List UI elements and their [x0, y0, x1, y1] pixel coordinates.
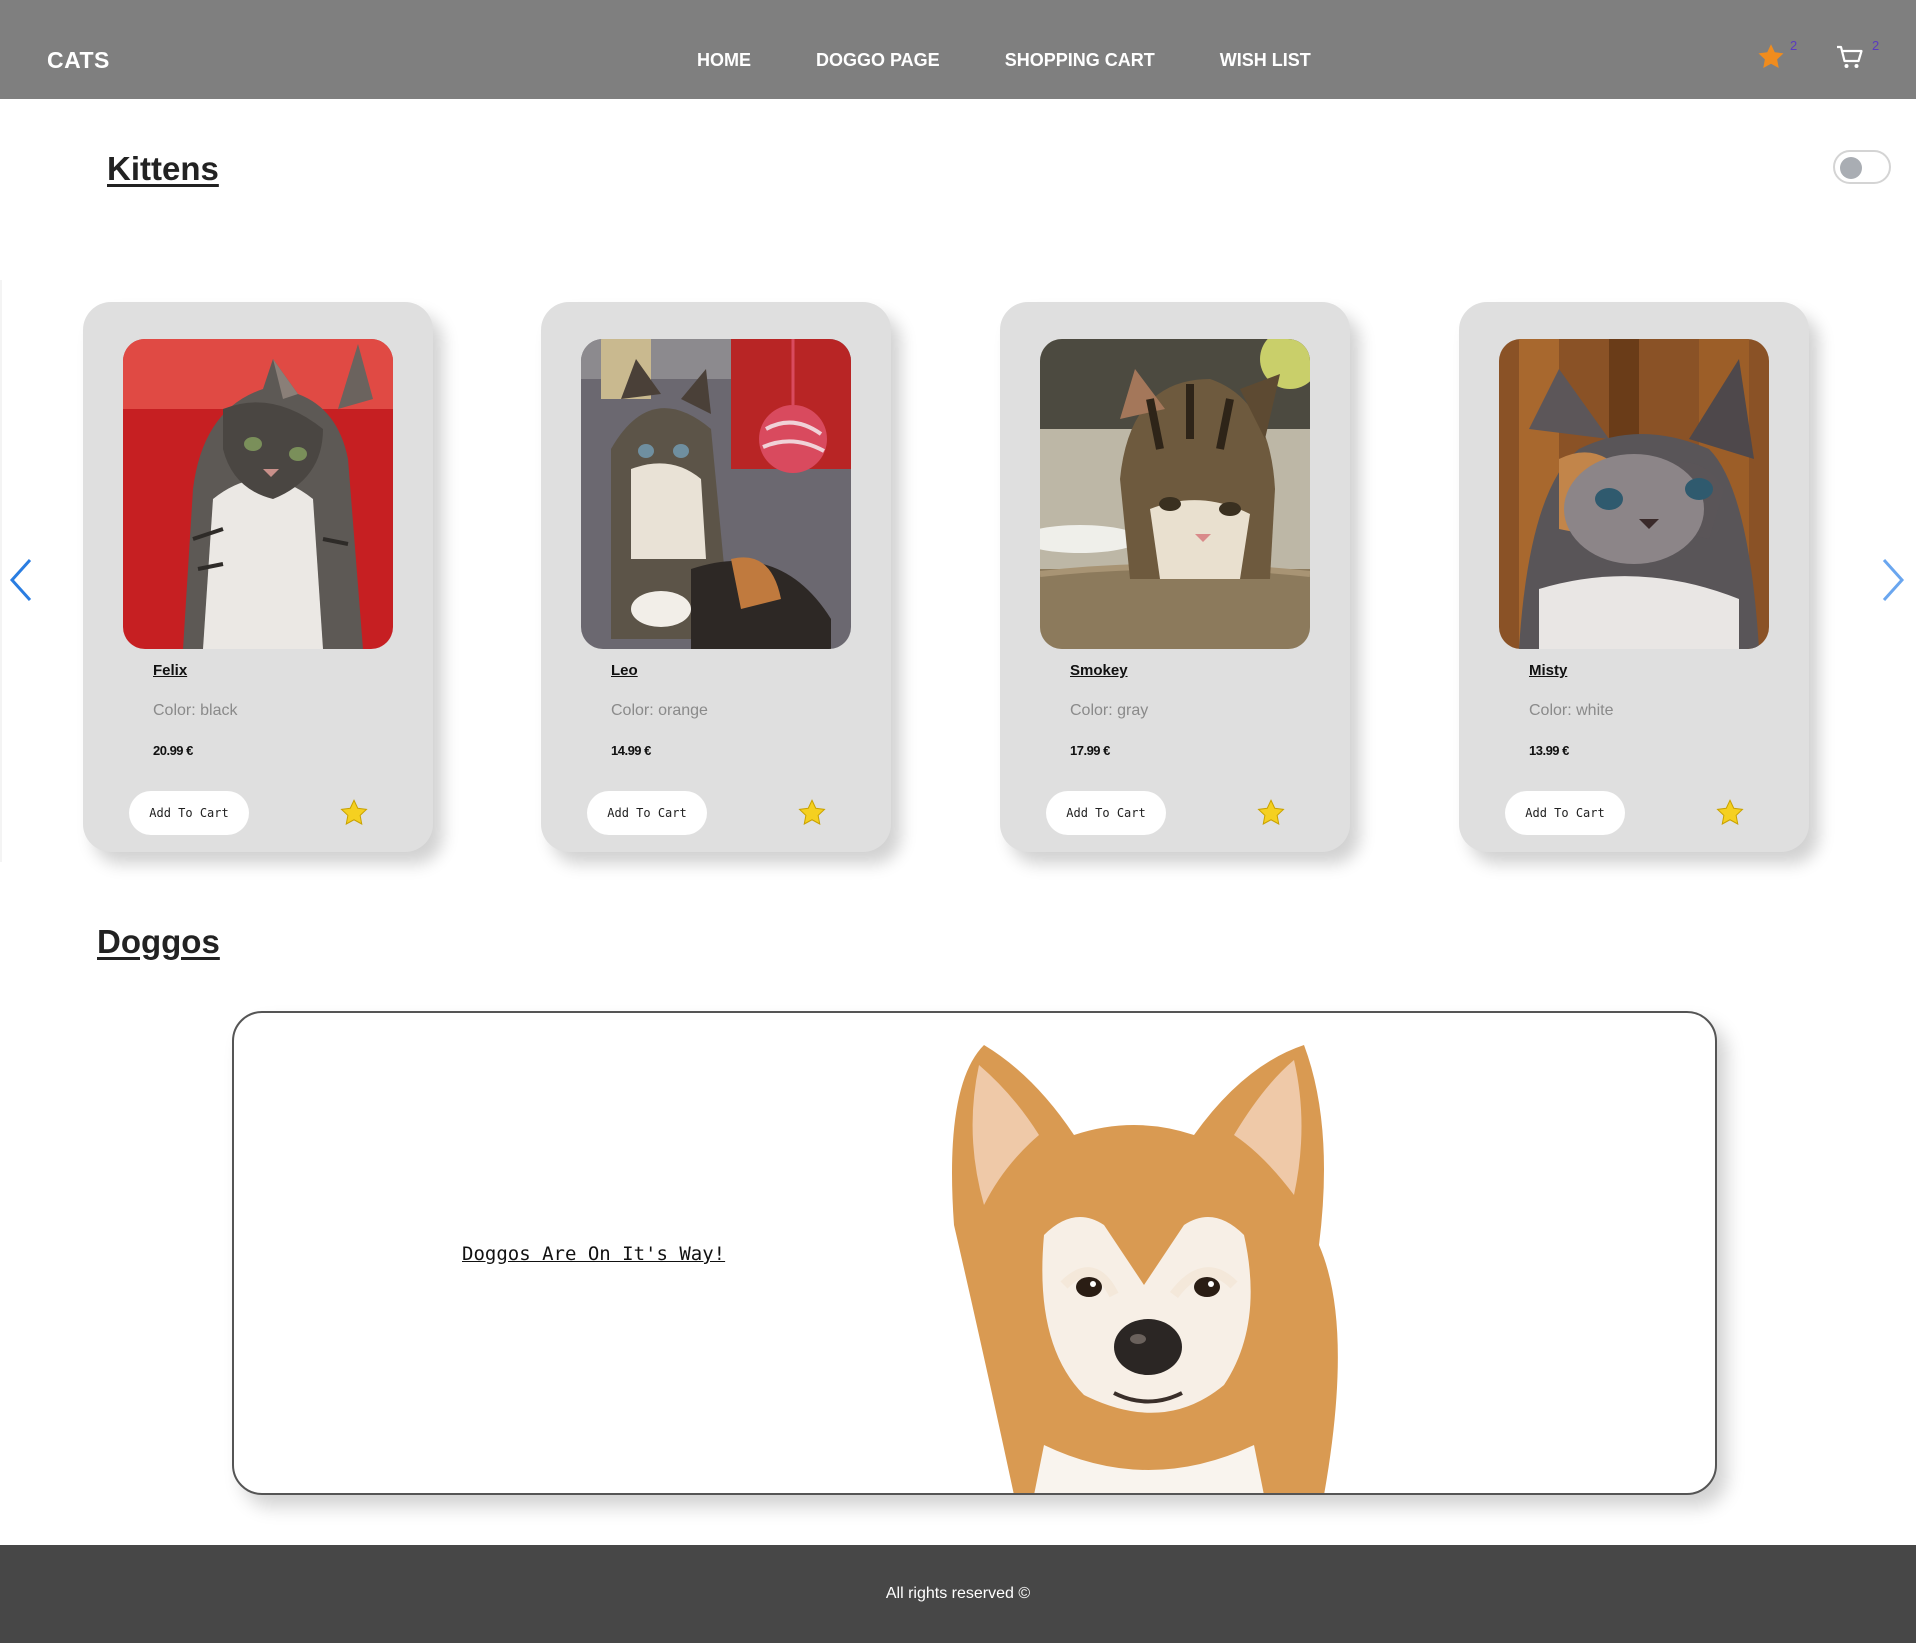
nav-links: HOME DOGGO PAGE SHOPPING CART WISH LIST [697, 50, 1311, 71]
shiba-dog-image [924, 1025, 1364, 1493]
kitten-card: Leo Color: orange 14.99 € Add To Cart [541, 302, 891, 852]
kitten-photo-leo [581, 339, 851, 649]
kitten-photo-felix [123, 339, 393, 649]
kitten-price: 14.99 € [611, 743, 651, 758]
add-to-wishlist-star-icon[interactable] [1256, 798, 1286, 828]
nav-link-doggo-page[interactable]: DOGGO PAGE [816, 50, 940, 71]
footer: All rights reserved © [0, 1545, 1916, 1643]
kitten-card: Misty Color: white 13.99 € Add To Cart [1459, 302, 1809, 852]
brand-logo[interactable]: CATS [47, 47, 110, 74]
kitten-name[interactable]: Leo [611, 662, 638, 679]
add-to-cart-button[interactable]: Add To Cart [1505, 791, 1625, 835]
shopping-cart-icon[interactable] [1836, 44, 1864, 70]
kitten-name[interactable]: Misty [1529, 662, 1567, 679]
doggos-banner: Doggos Are On It's Way! [232, 1011, 1717, 1495]
kitten-color: Color: white [1529, 702, 1614, 719]
kitten-card: Smokey Color: gray 17.99 € Add To Cart [1000, 302, 1350, 852]
add-to-cart-button[interactable]: Add To Cart [129, 791, 249, 835]
kittens-carousel: Felix Color: black 20.99 € Add To Cart L… [0, 280, 1916, 872]
add-to-cart-button[interactable]: Add To Cart [1046, 791, 1166, 835]
kitten-color: Color: gray [1070, 702, 1149, 719]
kitten-photo-misty [1499, 339, 1769, 649]
doggos-message-link[interactable]: Doggos Are On It's Way! [462, 1243, 725, 1265]
kitten-color: Color: orange [611, 702, 708, 719]
kitten-card: Felix Color: black 20.99 € Add To Cart [83, 302, 433, 852]
carousel-prev-arrow-icon[interactable] [4, 552, 40, 608]
nav-link-home[interactable]: HOME [697, 50, 751, 71]
kitten-price: 20.99 € [153, 743, 193, 758]
kitten-price: 17.99 € [1070, 743, 1110, 758]
wishlist-count-badge: 2 [1790, 38, 1798, 53]
carousel-edge [0, 280, 2, 862]
cart-count-badge: 2 [1872, 38, 1880, 53]
nav-link-shopping-cart[interactable]: SHOPPING CART [1005, 50, 1155, 71]
carousel-next-arrow-icon[interactable] [1874, 552, 1910, 608]
wishlist-star-icon[interactable] [1756, 42, 1786, 72]
add-to-cart-button[interactable]: Add To Cart [587, 791, 707, 835]
kitten-name[interactable]: Smokey [1070, 662, 1128, 679]
toggle-knob [1840, 157, 1862, 179]
navbar: CATS HOME DOGGO PAGE SHOPPING CART WISH … [0, 0, 1916, 99]
nav-link-wish-list[interactable]: WISH LIST [1220, 50, 1311, 71]
kitten-price: 13.99 € [1529, 743, 1569, 758]
add-to-wishlist-star-icon[interactable] [1715, 798, 1745, 828]
theme-toggle[interactable] [1833, 150, 1891, 184]
kittens-title: Kittens [107, 150, 219, 187]
add-to-wishlist-star-icon[interactable] [797, 798, 827, 828]
footer-copyright: All rights reserved © [885, 1585, 1031, 1602]
doggos-title: Doggos [97, 923, 220, 960]
kitten-color: Color: black [153, 702, 238, 719]
kitten-photo-smokey [1040, 339, 1310, 649]
add-to-wishlist-star-icon[interactable] [339, 798, 369, 828]
kitten-name[interactable]: Felix [153, 662, 187, 679]
